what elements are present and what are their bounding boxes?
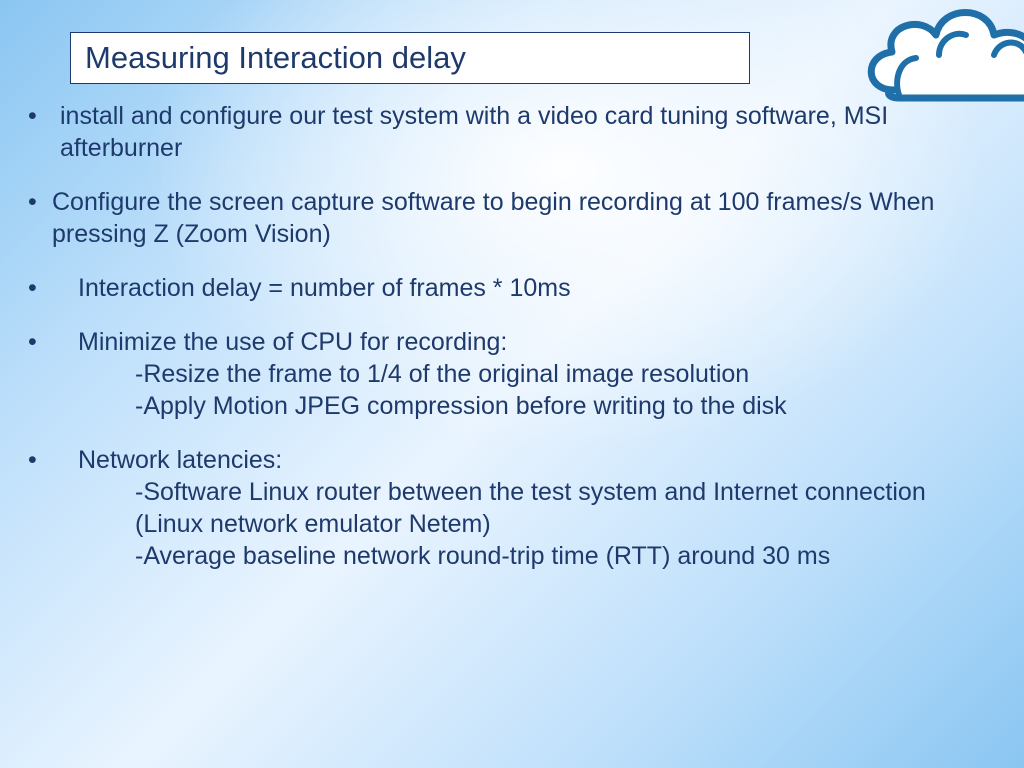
bullet-marker: • bbox=[20, 100, 60, 164]
bullet-text: Interaction delay = number of frames * 1… bbox=[60, 272, 1000, 304]
bullet-item: • Configure the screen capture software … bbox=[20, 186, 1000, 250]
bullet-marker: • bbox=[20, 272, 60, 304]
bullet-marker: • bbox=[20, 444, 60, 476]
sub-item: -Software Linux router between the test … bbox=[135, 476, 1000, 540]
bullet-text: Configure the screen capture software to… bbox=[52, 186, 1000, 250]
bullet-item: • Minimize the use of CPU for recording: bbox=[20, 326, 1000, 358]
bullet-marker: • bbox=[20, 326, 60, 358]
bullet-text: Network latencies: bbox=[60, 444, 1000, 476]
bullet-item: • Network latencies: bbox=[20, 444, 1000, 476]
slide-title: Measuring Interaction delay bbox=[85, 40, 466, 76]
bullet-text: Minimize the use of CPU for recording: bbox=[60, 326, 1000, 358]
slide-content: • install and configure our test system … bbox=[20, 100, 1000, 572]
bullet-item: • install and configure our test system … bbox=[20, 100, 1000, 164]
sub-item: -Resize the frame to 1/4 of the original… bbox=[135, 358, 1000, 390]
bullet-text: install and configure our test system wi… bbox=[60, 100, 1000, 164]
sub-item: -Apply Motion JPEG compression before wr… bbox=[135, 390, 1000, 422]
sub-item: -Average baseline network round-trip tim… bbox=[135, 540, 1000, 572]
sub-list: -Software Linux router between the test … bbox=[135, 476, 1000, 572]
slide-title-box: Measuring Interaction delay bbox=[70, 32, 750, 84]
sub-list: -Resize the frame to 1/4 of the original… bbox=[135, 358, 1000, 422]
bullet-item: • Interaction delay = number of frames *… bbox=[20, 272, 1000, 304]
